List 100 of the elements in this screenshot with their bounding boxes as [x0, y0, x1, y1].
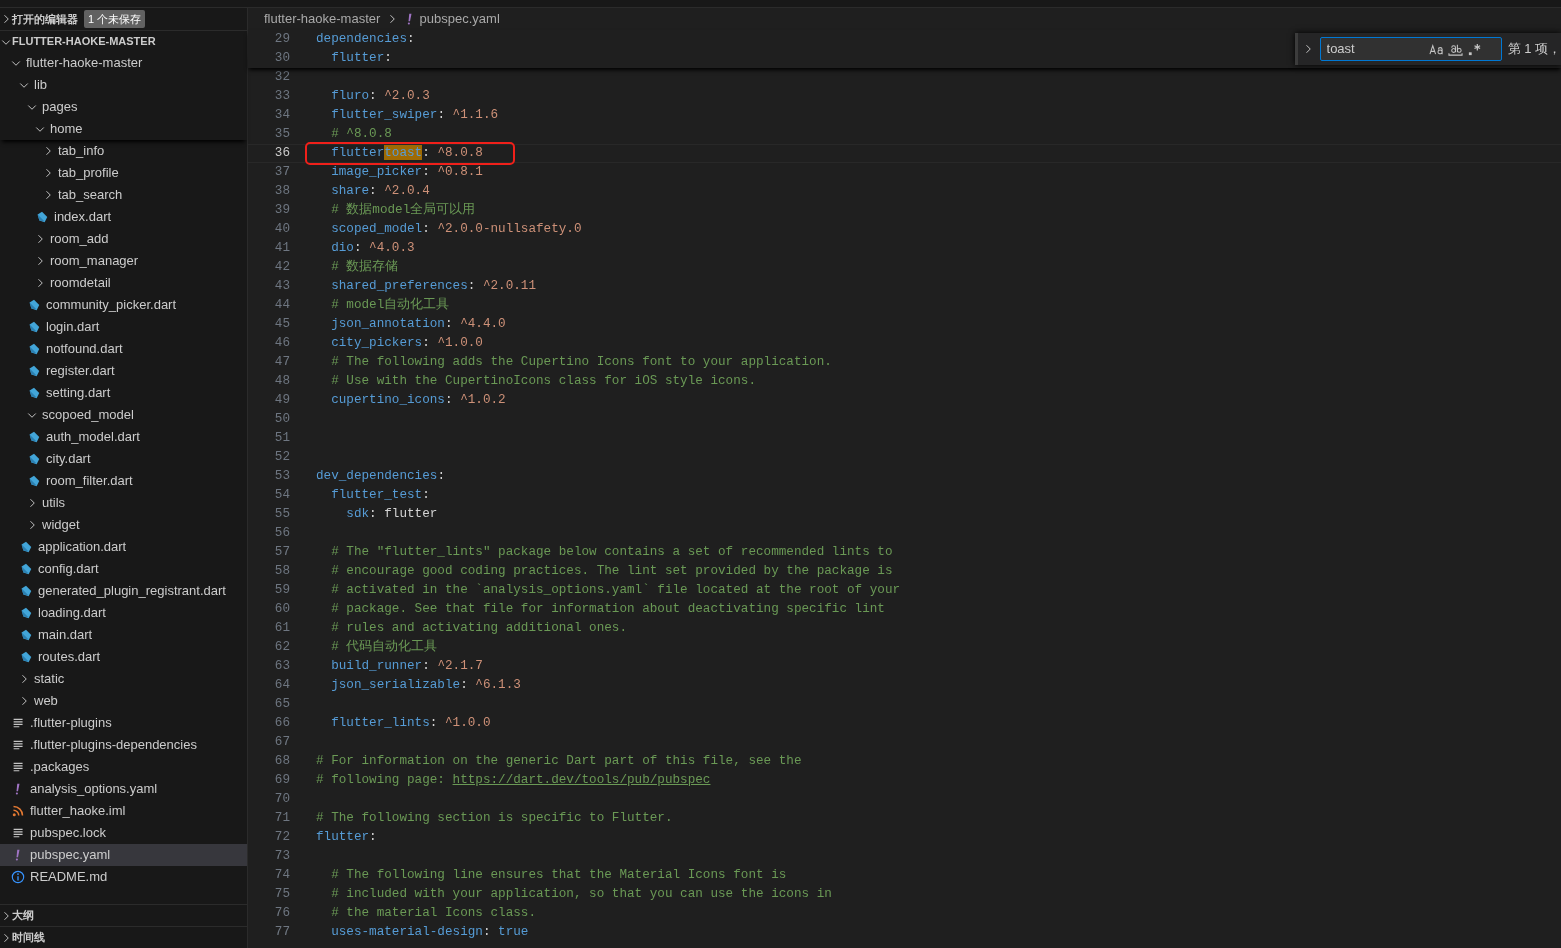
- line-number: 30: [273, 49, 290, 67]
- code-line: # following page: https://dart.dev/tools/pub/pubspec: [316, 771, 711, 789]
- folder-item[interactable]: roomdetail: [0, 272, 247, 294]
- file-item[interactable]: .packages: [0, 756, 247, 778]
- line-number: 49: [273, 391, 290, 409]
- line-number: 68: [273, 752, 290, 770]
- file-item[interactable]: pubspec.yaml: [0, 844, 247, 866]
- file-item[interactable]: login.dart: [0, 316, 247, 338]
- folder-item[interactable]: tab_info: [0, 140, 247, 162]
- file-item[interactable]: generated_plugin_registrant.dart: [0, 580, 247, 602]
- dart-file-icon: [27, 320, 41, 334]
- folder-item[interactable]: scopoed_model: [0, 404, 247, 426]
- file-item[interactable]: community_picker.dart: [0, 294, 247, 316]
- code-line: dio: ^4.0.3: [330, 239, 415, 257]
- line-number: 55: [273, 505, 290, 523]
- code-line: flutter_lints: ^1.0.0: [330, 714, 491, 732]
- file-item[interactable]: flutter_haoke.iml: [0, 800, 247, 822]
- breadcrumb-item[interactable]: pubspec.yaml: [404, 9, 500, 29]
- code-line: # included with your application, so that you can use the icons in: [330, 885, 832, 903]
- section-header[interactable]: 大纲: [0, 904, 247, 926]
- line-number: 37: [273, 163, 290, 181]
- folder-item[interactable]: flutter-haoke-master: [0, 52, 247, 74]
- folder-item[interactable]: room_add: [0, 228, 247, 250]
- folder-item[interactable]: room_manager: [0, 250, 247, 272]
- file-item[interactable]: analysis_options.yaml: [0, 778, 247, 800]
- regex-icon: [1466, 42, 1482, 58]
- code-line: # 数据model全局可以用: [330, 201, 476, 219]
- file-item[interactable]: config.dart: [0, 558, 247, 580]
- file-item[interactable]: .flutter-plugins: [0, 712, 247, 734]
- folder-item[interactable]: pages: [0, 96, 247, 118]
- folder-item[interactable]: static: [0, 668, 247, 690]
- line-number: 32: [273, 68, 290, 86]
- folder-item[interactable]: widget: [0, 514, 247, 536]
- file-item[interactable]: routes.dart: [0, 646, 247, 668]
- line-number: 76: [273, 904, 290, 922]
- file-item[interactable]: auth_model.dart: [0, 426, 247, 448]
- file-item[interactable]: application.dart: [0, 536, 247, 558]
- line-number: 60: [273, 600, 290, 618]
- code-line: flutter_swiper: ^1.1.6: [330, 106, 499, 124]
- dart-file-icon: [27, 430, 41, 444]
- highlighted-code-line: fluttertoast: ^8.0.8: [307, 144, 513, 163]
- dart-file-icon: [35, 210, 49, 224]
- code-line: dependencies:: [316, 30, 415, 48]
- line-number: 52: [273, 448, 290, 466]
- lines-icon: [11, 738, 25, 752]
- folder-item[interactable]: web: [0, 690, 247, 712]
- code-line: # The following section is specific to Flutter.: [316, 809, 673, 827]
- line-number: 47: [273, 353, 290, 371]
- line-number: 65: [273, 695, 290, 713]
- code-line: flutter:: [330, 49, 392, 67]
- file-item[interactable]: setting.dart: [0, 382, 247, 404]
- code-line: flutter:: [316, 828, 377, 846]
- folder-item[interactable]: home: [0, 118, 247, 140]
- code-line: image_picker: ^0.8.1: [330, 163, 483, 181]
- line-number: 72: [273, 828, 290, 846]
- code-line: # model自动化工具: [330, 296, 450, 314]
- line-number: 29: [273, 30, 290, 48]
- code-line: json_annotation: ^4.4.0: [330, 315, 506, 333]
- code-line: uses-material-design: true: [330, 923, 529, 941]
- file-item[interactable]: notfound.dart: [0, 338, 247, 360]
- file-item[interactable]: README.md: [0, 866, 247, 888]
- line-number: 46: [273, 334, 290, 352]
- code-line: dev_dependencies:: [316, 467, 445, 485]
- line-number: 39: [273, 201, 290, 219]
- file-item[interactable]: index.dart: [0, 206, 247, 228]
- code-line: scoped_model: ^2.0.0-nullsafety.0: [330, 220, 582, 238]
- file-item[interactable]: loading.dart: [0, 602, 247, 624]
- file-item[interactable]: room_filter.dart: [0, 470, 247, 492]
- line-number: 62: [273, 638, 290, 656]
- line-number: 43: [273, 277, 290, 295]
- folder-item[interactable]: lib: [0, 74, 247, 96]
- line-number: 64: [273, 676, 290, 694]
- file-item[interactable]: .flutter-plugins-dependencies: [0, 734, 247, 756]
- code-line: shared_preferences: ^2.0.11: [330, 277, 536, 295]
- breadcrumb-item[interactable]: flutter-haoke-master: [264, 9, 381, 29]
- dart-file-icon: [27, 342, 41, 356]
- code-line: # encourage good coding practices. The lint set provided by the package is: [330, 562, 893, 580]
- code-line: # package. See that file for information about deactivating specific lint: [330, 600, 885, 618]
- folder-item[interactable]: tab_search: [0, 184, 247, 206]
- file-item[interactable]: register.dart: [0, 360, 247, 382]
- dart-file-icon: [27, 452, 41, 466]
- line-number: 63: [273, 657, 290, 675]
- line-number: 34: [273, 106, 290, 124]
- code-line: build_runner: ^2.1.7: [330, 657, 483, 675]
- line-number: 41: [273, 239, 290, 257]
- code-line: # 数据存储: [330, 258, 399, 276]
- code-line: # 代码自动化工具: [330, 638, 438, 656]
- line-number: 66: [273, 714, 290, 732]
- line-number: 69: [273, 771, 290, 789]
- section-header[interactable]: 时间线: [0, 926, 247, 948]
- find-input[interactable]: toast: [1326, 39, 1427, 59]
- folder-item[interactable]: utils: [0, 492, 247, 514]
- file-item[interactable]: city.dart: [0, 448, 247, 470]
- find-field[interactable]: toast: [1319, 37, 1502, 61]
- line-number: 61: [273, 619, 290, 637]
- file-item[interactable]: pubspec.lock: [0, 822, 247, 844]
- section-header[interactable]: 打开的编辑器: [0, 10, 78, 28]
- folder-item[interactable]: tab_profile: [0, 162, 247, 184]
- line-number: 51: [273, 429, 290, 447]
- file-item[interactable]: main.dart: [0, 624, 247, 646]
